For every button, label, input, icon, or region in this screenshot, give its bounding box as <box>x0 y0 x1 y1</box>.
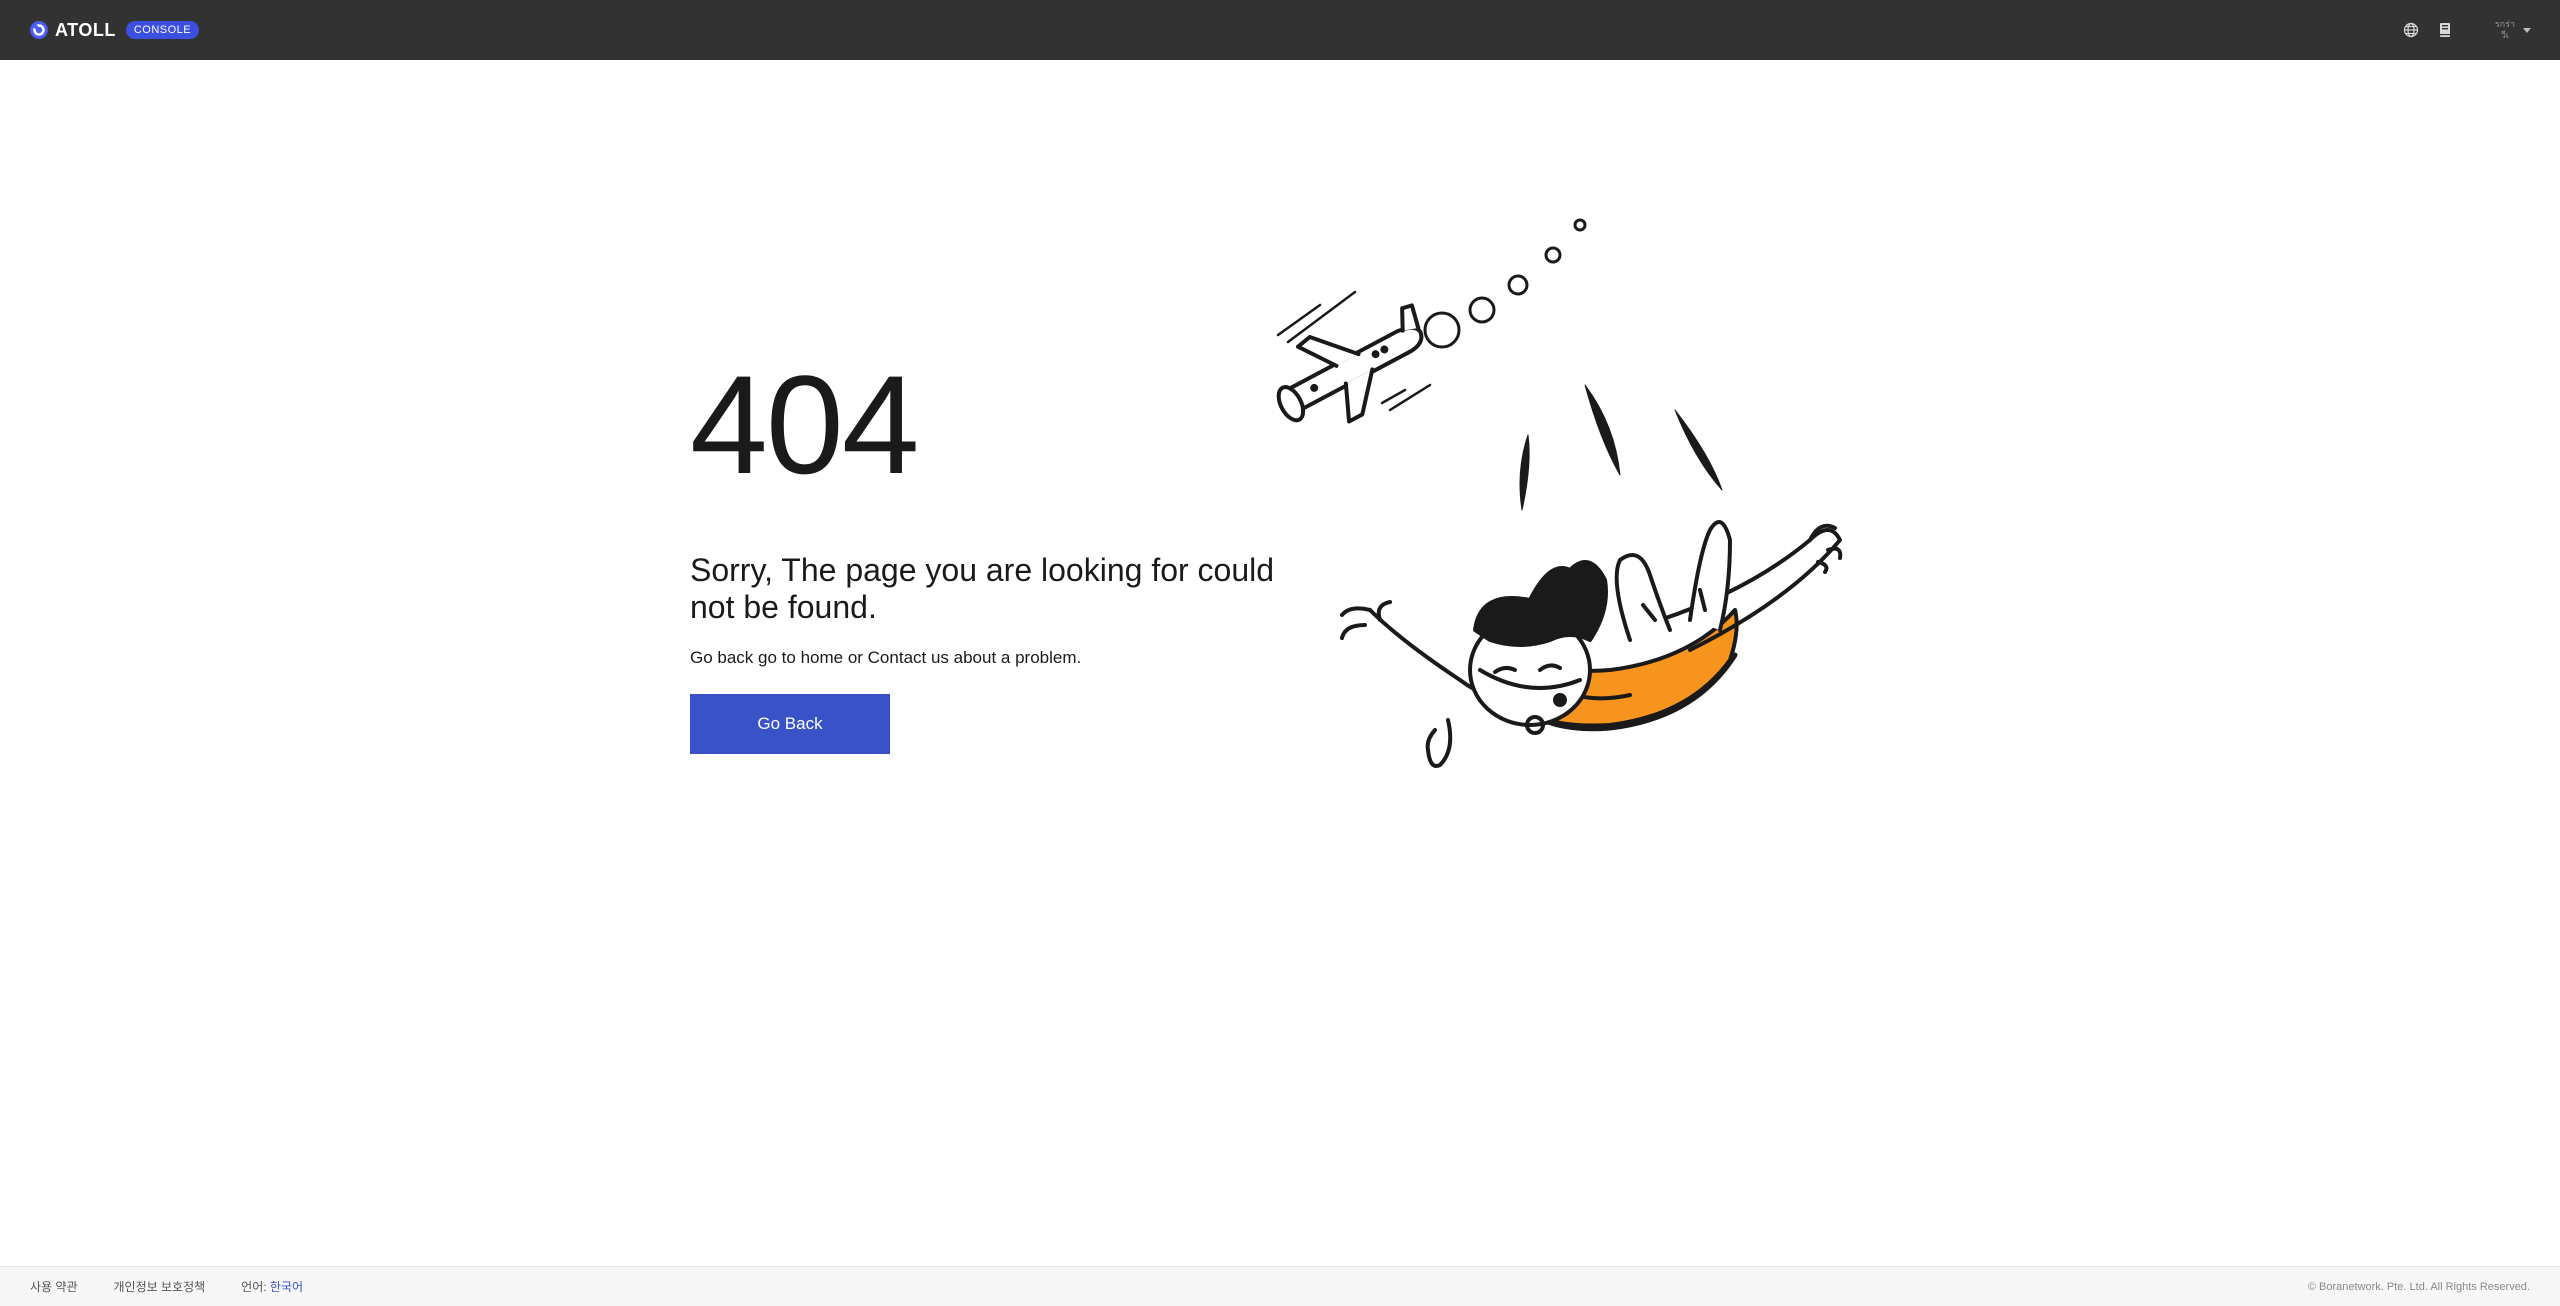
error-content: 404 Sorry, The page you are looking for … <box>690 350 1290 754</box>
top-navigation-bar: ATOLL CONSOLE รกร่า วีเ <box>0 0 2560 60</box>
atoll-logo-icon <box>29 20 49 40</box>
globe-icon[interactable] <box>2401 20 2421 40</box>
go-back-button[interactable]: Go Back <box>690 694 890 754</box>
brand[interactable]: ATOLL CONSOLE <box>29 19 200 41</box>
user-info: รกร่า วีเ <box>2495 19 2515 41</box>
footer: 사용 약관 개인정보 보호정책 언어: 한국어 © Boranetwork. P… <box>0 1266 2560 1306</box>
user-name: รกร่า <box>2494 19 2515 29</box>
error-title: Sorry, The page you are looking for coul… <box>690 552 1275 625</box>
airplane-icon <box>1276 303 1424 424</box>
book-icon[interactable] <box>2435 20 2455 40</box>
chevron-down-icon <box>2523 27 2531 33</box>
header-actions: รกร่า วีเ <box>2401 19 2531 41</box>
language-selector[interactable]: 언어: 한국어 <box>241 1278 303 1295</box>
footer-links: 사용 약관 개인정보 보호정책 언어: 한국어 <box>30 1278 303 1295</box>
user-menu[interactable]: รกร่า วีเ <box>2495 19 2531 41</box>
terms-link[interactable]: 사용 약관 <box>30 1278 78 1295</box>
privacy-link[interactable]: 개인정보 보호정책 <box>114 1278 206 1295</box>
error-description: Go back go to home or Contact us about a… <box>690 648 1082 667</box>
user-role: วีเ <box>2500 30 2509 40</box>
fall-streaks <box>1519 384 1723 511</box>
skydiver-body <box>1340 520 1843 768</box>
language-value[interactable]: 한국어 <box>270 1280 303 1294</box>
console-badge: CONSOLE <box>125 21 200 39</box>
language-label: 언어: <box>241 1280 267 1294</box>
error-code: 404 <box>690 346 920 503</box>
copyright: © Boranetwork. Pte. Ltd. All Rights Rese… <box>2307 1280 2530 1293</box>
exhaust-puffs <box>1423 218 1587 349</box>
skydiver-illustration <box>1230 210 1860 830</box>
brand-name: ATOLL <box>55 19 116 40</box>
